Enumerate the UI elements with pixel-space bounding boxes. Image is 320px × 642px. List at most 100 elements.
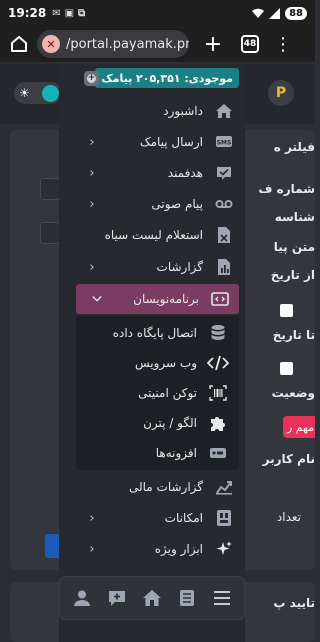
submenu-item-label: الگو / پترن bbox=[143, 416, 197, 430]
tab-switcher-button[interactable]: 48 bbox=[241, 35, 259, 53]
address-bar[interactable]: ✕ /portal.payamak.pro bbox=[37, 30, 189, 58]
from-date-checkbox[interactable] bbox=[280, 304, 293, 317]
nav-list-button[interactable] bbox=[174, 585, 200, 611]
balance-row: موجودی: ۲۰۵,۳۵۱ پیامک + bbox=[59, 66, 245, 90]
balance-badge: موجودی: ۲۰۵,۳۵۱ پیامک bbox=[95, 68, 239, 88]
menu-item-special-tools[interactable]: ابزار ویژه ‹ bbox=[59, 534, 245, 564]
home-icon bbox=[213, 100, 235, 122]
menu-item-label: استعلام لیست سیاه bbox=[104, 228, 203, 242]
database-icon bbox=[207, 322, 229, 344]
browser-toolbar: ✕ /portal.payamak.pro + 48 ⋮ bbox=[0, 26, 315, 62]
add-credit-button[interactable]: + bbox=[84, 71, 99, 86]
site-info-icon[interactable]: ✕ bbox=[42, 35, 60, 53]
menu-item-label: برنامه‌نویسان bbox=[133, 292, 199, 306]
menu-item-developers[interactable]: برنامه‌نویسان bbox=[76, 284, 239, 314]
list-icon bbox=[180, 590, 195, 606]
filter-label-text: متن پیا bbox=[273, 240, 315, 254]
submenu-item-webservice[interactable]: وب سرویس bbox=[76, 348, 239, 378]
side-menu: موجودی: ۲۰۵,۳۵۱ پیامک + داشبورد SMS ارسا… bbox=[59, 64, 245, 642]
filter-input-edge[interactable] bbox=[40, 222, 60, 244]
menu-item-features[interactable]: امکانات ‹ bbox=[59, 503, 245, 533]
submenu-item-plugins[interactable]: افزونه‌ها bbox=[76, 438, 239, 468]
url-text[interactable]: /portal.payamak.pro bbox=[66, 37, 189, 52]
hamburger-icon bbox=[214, 591, 231, 605]
menu-item-label: گزارشات bbox=[156, 260, 203, 274]
chevron-down-icon bbox=[92, 291, 102, 307]
filter-label-id: شناسه bbox=[274, 210, 315, 224]
home-outline-icon bbox=[11, 36, 27, 52]
developers-submenu: اتصال پایگاه داده وب سرویس توکن امنیتی ا… bbox=[76, 316, 239, 470]
menu-item-label: داشبورد bbox=[163, 104, 203, 118]
submenu-item-security-token[interactable]: توکن امنیتی bbox=[76, 378, 239, 408]
browser-menu-button[interactable]: ⋮ bbox=[273, 30, 293, 58]
filter-label-username: نام کاربر bbox=[262, 452, 315, 466]
menu-item-label: هدفمند bbox=[167, 166, 203, 180]
bottom-navigation bbox=[59, 576, 245, 620]
puzzle-icon bbox=[207, 412, 229, 434]
chevron-left-icon: ‹ bbox=[89, 134, 95, 150]
targeted-sms-icon bbox=[213, 162, 235, 184]
chevron-left-icon: ‹ bbox=[89, 259, 95, 275]
submenu-item-label: توکن امنیتی bbox=[138, 386, 197, 400]
toggle-knob bbox=[42, 84, 59, 102]
nav-menu-button[interactable] bbox=[209, 585, 235, 611]
plugin-icon bbox=[207, 442, 229, 464]
filter-label-count: تعداد bbox=[276, 510, 301, 524]
sms-icon: SMS bbox=[213, 131, 235, 153]
menu-item-dashboard[interactable]: داشبورد bbox=[59, 96, 245, 126]
chevron-left-icon: ‹ bbox=[89, 541, 95, 557]
filter-input-edge[interactable] bbox=[40, 178, 60, 200]
chevron-left-icon: ‹ bbox=[89, 165, 95, 181]
to-date-checkbox[interactable] bbox=[280, 362, 293, 375]
voicemail-icon bbox=[213, 193, 235, 215]
status-notification-icons: ✉ ▣ ⧉ bbox=[52, 8, 85, 19]
status-bar: 19:28 ✉ ▣ ⧉ 88 bbox=[0, 0, 315, 26]
submenu-item-label: افزونه‌ها bbox=[155, 446, 197, 460]
blacklist-icon bbox=[213, 224, 235, 246]
signal-icon bbox=[269, 7, 281, 19]
submenu-item-label: اتصال پایگاه داده bbox=[112, 326, 197, 340]
menu-item-send-sms[interactable]: SMS ارسال پیامک ‹ bbox=[59, 127, 245, 157]
submenu-item-label: وب سرویس bbox=[134, 356, 197, 370]
report-icon bbox=[213, 256, 235, 278]
theme-toggle[interactable]: ☀ bbox=[14, 82, 62, 104]
add-icon: + bbox=[87, 73, 96, 83]
screenshot-icon: ⧉ bbox=[78, 7, 86, 19]
filter-label-status: وضعیت bbox=[271, 386, 315, 400]
nav-messages-button[interactable] bbox=[104, 585, 130, 611]
site-logo: P bbox=[268, 80, 294, 106]
nav-home-button[interactable] bbox=[139, 585, 165, 611]
chat-add-icon bbox=[108, 591, 125, 606]
developer-icon bbox=[209, 288, 231, 310]
menu-item-targeted[interactable]: هدفمند ‹ bbox=[59, 158, 245, 188]
filter-label-number: شماره ف bbox=[258, 182, 315, 196]
finance-chart-icon bbox=[213, 476, 235, 498]
features-icon bbox=[213, 507, 235, 529]
chevron-left-icon: ‹ bbox=[89, 510, 95, 526]
menu-item-label: ابزار ویژه bbox=[154, 542, 203, 556]
battery-indicator: 88 bbox=[285, 6, 307, 20]
menu-item-label: ارسال پیامک bbox=[139, 135, 203, 149]
home-icon bbox=[142, 590, 161, 606]
menu-item-financial-reports[interactable]: گزارشات مالی bbox=[59, 472, 245, 502]
confirm-card-title: تایید پ bbox=[273, 596, 315, 610]
menu-item-label: پیام صوتی bbox=[151, 197, 203, 211]
filter-label-to-date: تا تاریخ bbox=[272, 328, 315, 342]
browser-home-button[interactable] bbox=[5, 30, 33, 58]
menu-item-label: گزارشات مالی bbox=[128, 480, 203, 494]
sparkle-icon bbox=[213, 538, 235, 560]
sun-icon: ☀ bbox=[19, 86, 30, 100]
new-tab-button[interactable]: + bbox=[199, 30, 227, 58]
nav-profile-button[interactable] bbox=[69, 585, 95, 611]
menu-item-blacklist[interactable]: استعلام لیست سیاه bbox=[59, 220, 245, 250]
code-icon bbox=[207, 352, 229, 374]
status-chip[interactable]: مهم ر bbox=[283, 416, 315, 438]
menu-item-reports[interactable]: گزارشات ‹ bbox=[59, 252, 245, 282]
wifi-icon bbox=[251, 8, 265, 19]
menu-item-voice[interactable]: پیام صوتی ‹ bbox=[59, 189, 245, 219]
submenu-item-pattern[interactable]: الگو / پترن bbox=[76, 408, 239, 438]
user-icon bbox=[73, 590, 90, 606]
submenu-item-database[interactable]: اتصال پایگاه داده bbox=[76, 318, 239, 348]
filter-title: فیلتر ه bbox=[273, 140, 315, 154]
svg-text:SMS: SMS bbox=[217, 140, 232, 147]
